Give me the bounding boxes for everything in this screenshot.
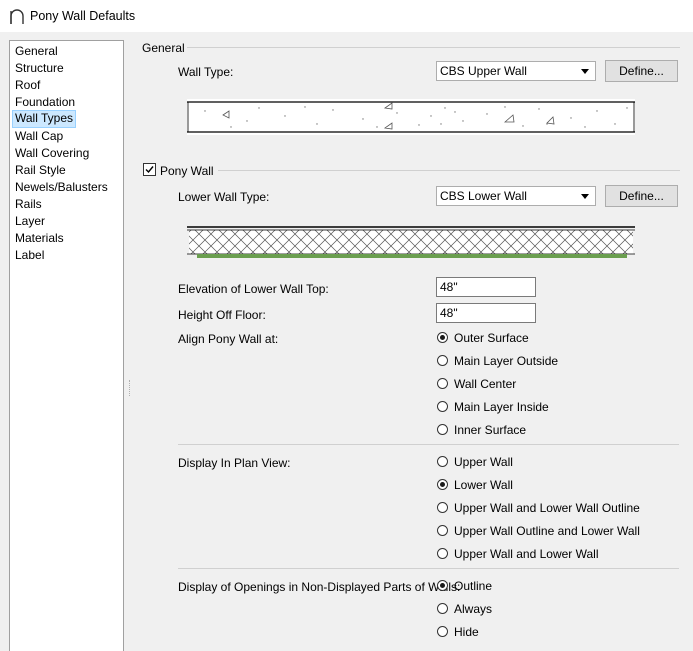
general-divider <box>187 47 680 48</box>
align-main-layer-outside-label[interactable]: Main Layer Outside <box>454 354 558 368</box>
align-inner-surface-radio[interactable] <box>437 424 448 435</box>
chevron-down-icon <box>581 194 589 199</box>
wall-type-value: CBS Upper Wall <box>440 64 527 78</box>
align-inner-surface-label[interactable]: Inner Surface <box>454 423 526 437</box>
sidebar-item-rails[interactable]: Rails <box>13 196 44 212</box>
display-upper-outline-and-lower-radio[interactable] <box>437 525 448 536</box>
sidebar-item-wall-types[interactable]: Wall Types <box>12 110 77 128</box>
openings-hide-radio[interactable] <box>437 626 448 637</box>
sidebar-item-label[interactable]: Label <box>13 247 46 263</box>
openings-always-radio[interactable] <box>437 603 448 614</box>
height-off-floor-label: Height Off Floor: <box>178 308 266 322</box>
category-sidebar[interactable]: General Structure Roof Foundation Wall T… <box>9 40 124 651</box>
display-upper-and-lower-label[interactable]: Upper Wall and Lower Wall <box>454 547 599 561</box>
title-bar: Pony Wall Defaults <box>0 0 693 32</box>
window-title: Pony Wall Defaults <box>30 9 136 23</box>
lower-wall-type-label: Lower Wall Type: <box>178 190 270 204</box>
display-upper-wall-radio[interactable] <box>437 456 448 467</box>
align-wall-center-label[interactable]: Wall Center <box>454 377 516 391</box>
lower-wall-type-select[interactable]: CBS Lower Wall <box>436 186 596 206</box>
checkmark-icon <box>145 166 154 174</box>
display-upper-and-lower-outline-label[interactable]: Upper Wall and Lower Wall Outline <box>454 501 640 515</box>
openings-display-label: Display of Openings in Non-Displayed Par… <box>178 580 461 594</box>
display-lower-wall-label[interactable]: Lower Wall <box>454 478 513 492</box>
openings-always-label[interactable]: Always <box>454 602 492 616</box>
elevation-input[interactable]: 48" <box>436 277 536 297</box>
splitter-grip[interactable] <box>129 380 132 396</box>
height-off-floor-input[interactable]: 48" <box>436 303 536 323</box>
lower-wall-type-value: CBS Lower Wall <box>440 189 527 203</box>
align-outer-surface-label[interactable]: Outer Surface <box>454 331 529 345</box>
general-section-title: General <box>142 41 185 55</box>
align-main-layer-outside-radio[interactable] <box>437 355 448 366</box>
display-upper-and-lower-outline-radio[interactable] <box>437 502 448 513</box>
sidebar-item-layer[interactable]: Layer <box>13 213 47 229</box>
sidebar-item-roof[interactable]: Roof <box>13 77 42 93</box>
align-pony-wall-label: Align Pony Wall at: <box>178 332 279 346</box>
section-divider <box>178 444 679 445</box>
sidebar-item-newels-balusters[interactable]: Newels/Balusters <box>13 179 110 195</box>
sidebar-item-materials[interactable]: Materials <box>13 230 66 246</box>
openings-outline-radio[interactable] <box>437 580 448 591</box>
sidebar-item-structure[interactable]: Structure <box>13 60 66 76</box>
display-upper-and-lower-radio[interactable] <box>437 548 448 559</box>
align-main-layer-inside-radio[interactable] <box>437 401 448 412</box>
arch-app-icon <box>10 9 24 24</box>
define-lower-wall-button[interactable]: Define... <box>605 185 678 207</box>
display-upper-wall-label[interactable]: Upper Wall <box>454 455 513 469</box>
pony-wall-label[interactable]: Pony Wall <box>160 164 214 178</box>
define-upper-wall-button[interactable]: Define... <box>605 60 678 82</box>
display-plan-view-label: Display In Plan View: <box>178 456 291 470</box>
display-upper-outline-and-lower-label[interactable]: Upper Wall Outline and Lower Wall <box>454 524 640 538</box>
elevation-label: Elevation of Lower Wall Top: <box>178 282 329 296</box>
sidebar-item-wall-cap[interactable]: Wall Cap <box>13 128 65 144</box>
pony-wall-divider <box>218 170 680 171</box>
chevron-down-icon <box>581 69 589 74</box>
wall-type-label: Wall Type: <box>178 65 234 79</box>
upper-wall-preview <box>187 99 635 135</box>
align-wall-center-radio[interactable] <box>437 378 448 389</box>
align-outer-surface-radio[interactable] <box>437 332 448 343</box>
pony-wall-checkbox[interactable] <box>143 163 156 176</box>
wall-type-select[interactable]: CBS Upper Wall <box>436 61 596 81</box>
section-divider <box>178 568 679 569</box>
openings-outline-label[interactable]: Outline <box>454 579 492 593</box>
align-main-layer-inside-label[interactable]: Main Layer Inside <box>454 400 549 414</box>
display-lower-wall-radio[interactable] <box>437 479 448 490</box>
lower-wall-preview <box>187 226 635 258</box>
openings-hide-label[interactable]: Hide <box>454 625 479 639</box>
sidebar-item-general[interactable]: General <box>13 43 60 59</box>
sidebar-item-wall-covering[interactable]: Wall Covering <box>13 145 91 161</box>
sidebar-item-foundation[interactable]: Foundation <box>13 94 77 110</box>
sidebar-item-rail-style[interactable]: Rail Style <box>13 162 68 178</box>
